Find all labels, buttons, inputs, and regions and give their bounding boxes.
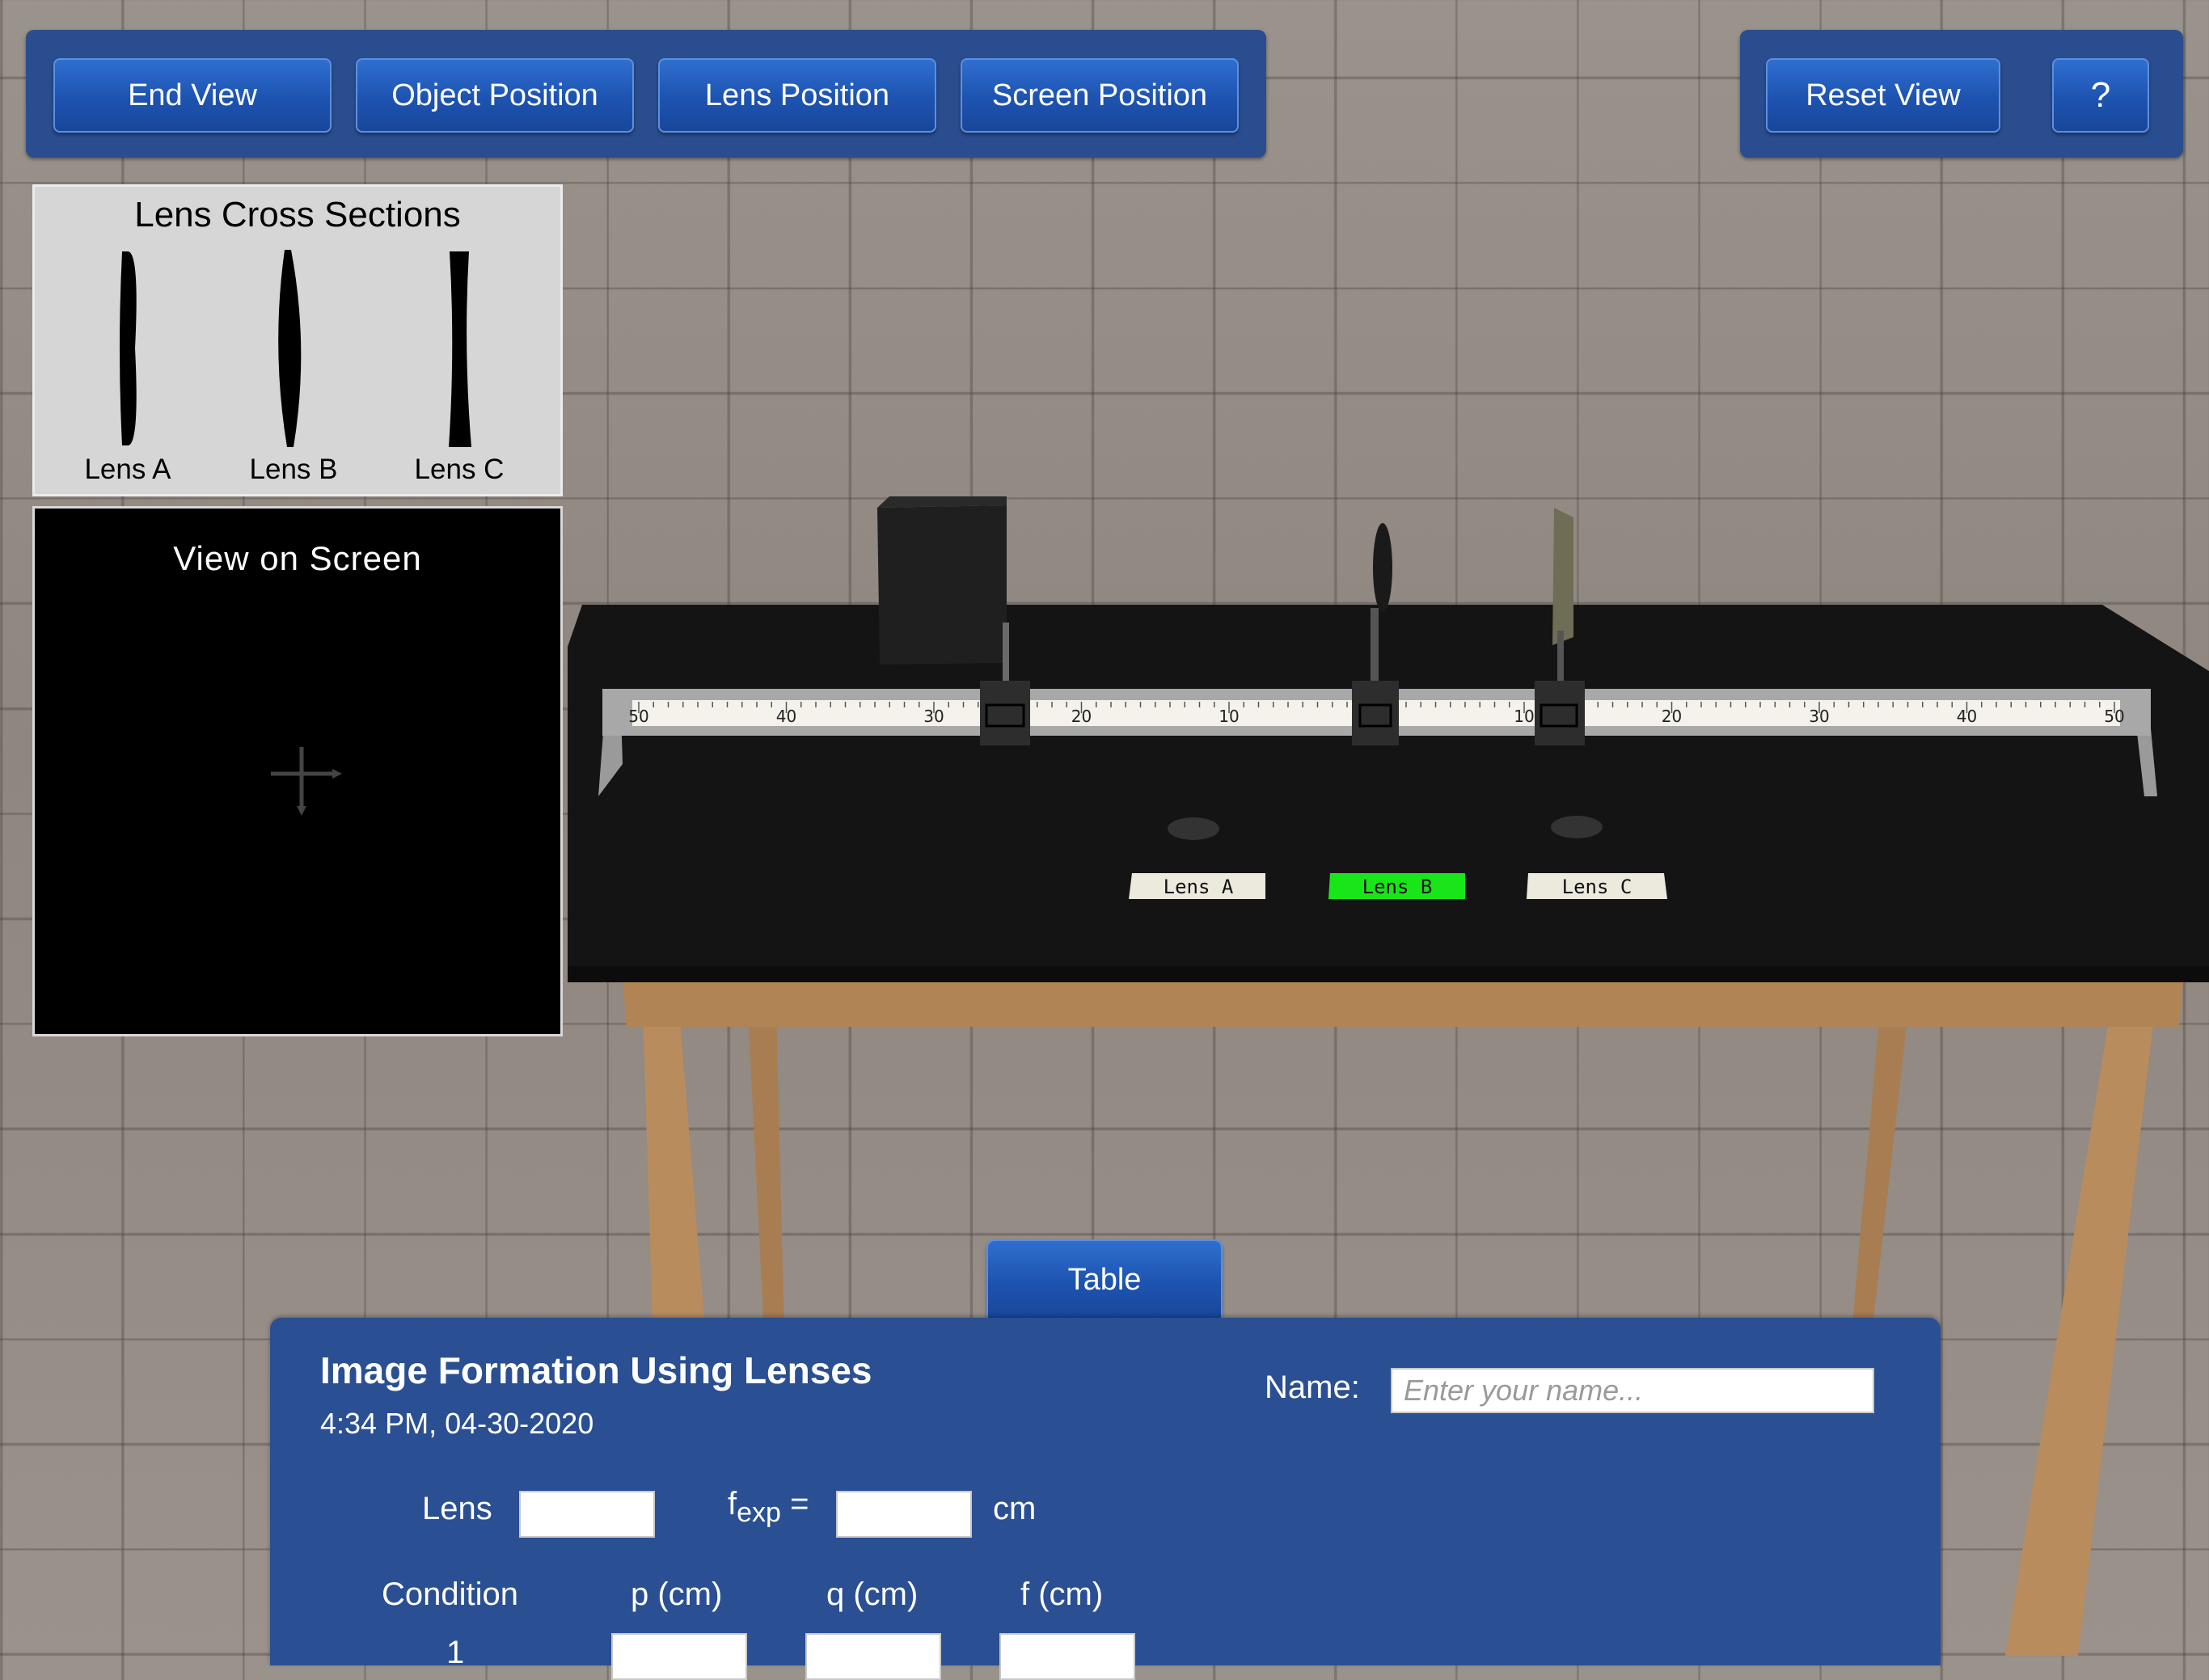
view-on-screen-panel: View on Screen bbox=[32, 506, 563, 1036]
fexp-unit: cm bbox=[993, 1491, 1037, 1526]
scale-label: 20 bbox=[1071, 707, 1092, 726]
lens-tag-b-label: Lens B bbox=[1362, 876, 1433, 898]
lens-c-shape bbox=[449, 251, 471, 447]
col-f: f (cm) bbox=[1020, 1577, 1104, 1612]
col-p: p (cm) bbox=[631, 1577, 723, 1612]
lens-field-label: Lens bbox=[422, 1491, 492, 1526]
scale-label: 50 bbox=[628, 707, 648, 726]
lens-cross-sections-panel: Lens Cross Sections Lens A Lens B Lens C bbox=[32, 184, 563, 496]
timestamp: 4:34 PM, 04-30-2020 bbox=[320, 1407, 594, 1440]
lens-slot-a bbox=[1168, 817, 1219, 840]
reset-view-button[interactable]: Reset View bbox=[1766, 58, 2000, 133]
row-1-q-input[interactable] bbox=[805, 1633, 941, 1680]
image-screen bbox=[1552, 508, 1573, 645]
table-top bbox=[568, 605, 2209, 982]
crosshair-icon bbox=[271, 747, 342, 816]
fexp-equals: = bbox=[790, 1486, 809, 1522]
scale-label: 30 bbox=[1809, 707, 1829, 726]
lens-b-label: Lens B bbox=[249, 454, 338, 485]
scale-label: 50 bbox=[2104, 707, 2124, 726]
scale-label: 30 bbox=[923, 707, 944, 726]
object-post bbox=[1003, 623, 1009, 683]
lens-post bbox=[1371, 608, 1379, 685]
data-table-panel: Image Formation Using Lenses 4:34 PM, 04… bbox=[270, 1318, 1941, 1680]
object-position-button[interactable]: Object Position bbox=[356, 58, 634, 133]
lens-input[interactable] bbox=[519, 1491, 655, 1538]
lens-tag-c[interactable]: Lens C bbox=[1527, 873, 1667, 899]
help-button[interactable]: ? bbox=[2052, 58, 2149, 133]
fexp-input[interactable] bbox=[836, 1491, 972, 1538]
table-leg-front-right bbox=[2005, 1011, 2155, 1656]
lens-a-label: Lens A bbox=[84, 454, 171, 485]
col-q: q (cm) bbox=[826, 1577, 919, 1612]
lens-a-shape bbox=[120, 251, 137, 445]
row-1-p-input[interactable] bbox=[611, 1633, 747, 1680]
lens-c-label: Lens C bbox=[414, 454, 505, 485]
table-top-edge bbox=[568, 966, 2209, 982]
screen-position-button[interactable]: Screen Position bbox=[961, 58, 1239, 133]
name-input[interactable] bbox=[1391, 1368, 1874, 1413]
data-panel-title: Image Formation Using Lenses bbox=[320, 1349, 872, 1391]
lens-b-shape bbox=[278, 250, 302, 447]
lens-holder-disc bbox=[1373, 523, 1392, 612]
lens-tag-a[interactable]: Lens A bbox=[1129, 873, 1265, 899]
row-1-condition: 1 bbox=[446, 1635, 465, 1670]
lens-tag-c-label: Lens C bbox=[1562, 876, 1632, 898]
lens-shapes bbox=[120, 250, 471, 447]
lens-slot-c bbox=[1551, 816, 1603, 838]
table-apron bbox=[623, 982, 2183, 1027]
table-leg-back-left bbox=[748, 1011, 784, 1334]
table-tab[interactable]: Table bbox=[986, 1239, 1223, 1320]
table-leg-back-right bbox=[1852, 1011, 1908, 1334]
screen-post bbox=[1557, 631, 1564, 683]
col-condition: Condition bbox=[382, 1577, 519, 1612]
scale-label: 20 bbox=[1662, 707, 1682, 726]
scale-label: 40 bbox=[1957, 707, 1977, 726]
fexp-symbol: f bbox=[728, 1486, 737, 1522]
scale-label: 10 bbox=[1514, 707, 1534, 726]
fexp-label: fexp = bbox=[728, 1486, 809, 1529]
name-label: Name: bbox=[1265, 1370, 1360, 1405]
fexp-subscript: exp bbox=[737, 1497, 781, 1528]
scale-label: 40 bbox=[776, 707, 796, 726]
lens-position-button[interactable]: Lens Position bbox=[658, 58, 936, 133]
scale-label: 10 bbox=[1219, 707, 1239, 726]
end-view-button[interactable]: End View bbox=[53, 58, 332, 133]
row-1-f-input[interactable] bbox=[999, 1633, 1135, 1680]
lens-tag-b[interactable]: Lens B bbox=[1328, 873, 1465, 899]
object-light-box bbox=[877, 505, 1007, 665]
lens-tag-a-label: Lens A bbox=[1164, 876, 1234, 898]
